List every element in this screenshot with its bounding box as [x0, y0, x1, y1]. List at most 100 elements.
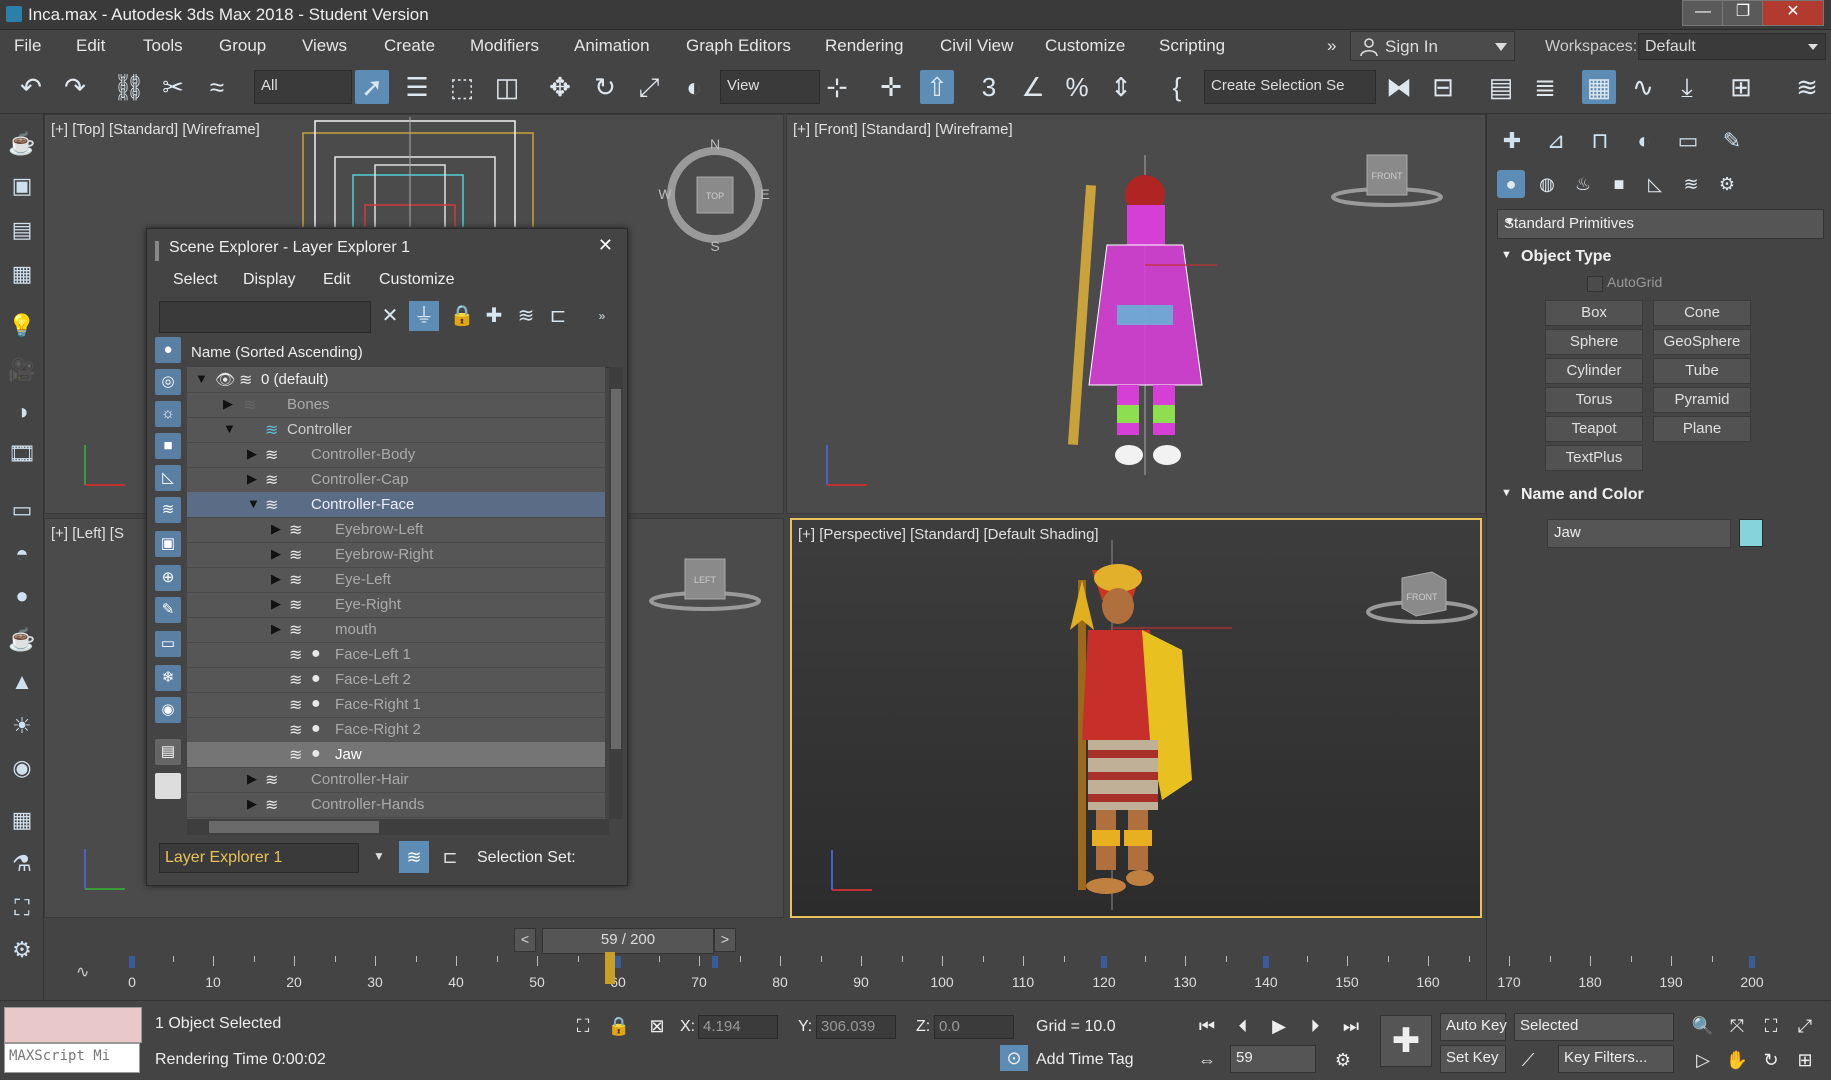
menu-views[interactable]: Views — [302, 36, 347, 56]
autogrid-checkbox[interactable] — [1587, 276, 1603, 292]
shader-icon[interactable]: ⚗ — [6, 848, 38, 880]
tree-row[interactable]: ≋ ● Face-Right 2 — [187, 717, 605, 743]
teapot-icon[interactable]: ☕ — [6, 128, 38, 160]
se-menu-customize[interactable]: Customize — [379, 271, 455, 289]
named-selection-sets-dropdown[interactable]: Create Selection Se — [1204, 70, 1376, 104]
cameras-filter-icon[interactable]: ■ — [155, 433, 181, 459]
select-manipulate-icon[interactable]: ✛ — [874, 70, 908, 104]
frozen-filter-icon[interactable]: ❄ — [155, 665, 181, 691]
workspace-dropdown[interactable]: Default — [1638, 33, 1826, 60]
tree-row[interactable]: ▶ ≋ Controller-Hair — [187, 767, 605, 793]
tree-row[interactable]: ≋ ● Face-Right 1 — [187, 692, 605, 718]
viewport-top-label[interactable]: [+] [Top] [Standard] [Wireframe] — [51, 121, 260, 138]
se-menu-display[interactable]: Display — [243, 271, 295, 289]
geometry-category-icon[interactable]: ● — [1497, 170, 1525, 198]
layers-icon[interactable]: ≋ — [511, 301, 541, 331]
current-frame-marker[interactable] — [604, 952, 615, 984]
expand-arrow-icon[interactable]: ▶ — [223, 396, 233, 412]
se-menu-select[interactable]: Select — [173, 271, 217, 289]
material-editor-icon[interactable]: ⊞ — [1724, 70, 1758, 104]
z-coordinate-field[interactable]: 0.0 — [934, 1015, 1014, 1039]
angle-snap-icon[interactable]: ∠ — [1016, 70, 1050, 104]
cone-button[interactable]: Cone — [1653, 300, 1751, 326]
time-slider-prev-button[interactable]: < — [514, 928, 536, 952]
edit-named-selection-icon[interactable]: { — [1160, 70, 1194, 104]
expand-arrow-icon[interactable]: ▼ — [247, 496, 260, 511]
go-to-end-icon[interactable]: ⏭ — [1334, 1013, 1368, 1039]
shapes-filter-icon[interactable]: ◎ — [155, 369, 181, 395]
bind-space-warp-icon[interactable]: ≈ — [200, 70, 234, 104]
add-time-tag[interactable]: Add Time Tag — [1036, 1051, 1134, 1069]
search-input[interactable] — [159, 301, 371, 333]
light-icon[interactable]: 💡 — [6, 310, 38, 342]
viewcube-left[interactable]: LEFT — [645, 549, 765, 619]
current-frame-field[interactable]: 59 — [1230, 1045, 1316, 1073]
key-mode-toggle-icon[interactable]: ⇔ — [1190, 1047, 1224, 1073]
ribbon-toggle-icon[interactable]: ▦ — [1582, 70, 1616, 104]
tree-row[interactable]: ▶ ≋ Eye-Left — [187, 567, 605, 593]
expand-arrow-icon[interactable]: ▶ — [247, 446, 257, 462]
object-name-field[interactable]: Jaw — [1547, 519, 1731, 548]
spinner-snap-icon[interactable]: ⇕ — [1104, 70, 1138, 104]
vertical-scrollbar[interactable] — [609, 367, 623, 819]
tree-row[interactable]: ▶ ≋ Bones — [187, 392, 605, 418]
settings-icon[interactable]: ⚙ — [6, 934, 38, 966]
box-icon[interactable]: ▭ — [6, 494, 38, 526]
chevron-down-icon[interactable]: ▼ — [373, 849, 385, 863]
torus-button[interactable]: Torus — [1545, 387, 1643, 413]
undo-icon[interactable]: ↶ — [14, 70, 48, 104]
menu-tools[interactable]: Tools — [143, 36, 183, 56]
object-type-rollout[interactable]: ▼ Object Type — [1497, 244, 1822, 270]
tree-row[interactable]: ▶ ≋ Controller-Body — [187, 442, 605, 468]
add-layer-icon[interactable]: ✚ — [479, 301, 509, 331]
viewport-left-label[interactable]: [+] [Left] [S — [51, 525, 124, 542]
name-color-rollout[interactable]: ▼ Name and Color — [1497, 482, 1822, 508]
menu-create[interactable]: Create — [384, 36, 435, 56]
menu-animation[interactable]: Animation — [574, 36, 650, 56]
tree-row[interactable]: ▶ ≋ Eyebrow-Left — [187, 517, 605, 543]
key-tangent-icon[interactable]: ⟋ — [1514, 1047, 1542, 1073]
isolate-selection-icon[interactable]: ⛶ — [566, 1013, 600, 1039]
menu-civil-view[interactable]: Civil View — [940, 36, 1013, 56]
pan-icon[interactable]: ✋ — [1720, 1047, 1754, 1073]
viewcube-perspective[interactable]: FRONT — [1362, 560, 1482, 630]
snaps-toggle-icon[interactable]: 3 — [972, 70, 1006, 104]
expand-arrow-icon[interactable]: ▶ — [271, 621, 281, 637]
maximize-button[interactable]: ❐ — [1722, 0, 1764, 26]
keyboard-shortcut-override-icon[interactable]: ⇧ — [920, 70, 954, 104]
place-icon[interactable]: ◐ — [677, 70, 711, 104]
viewcube-top[interactable]: TOP N E S W — [655, 135, 775, 255]
cylinder-button[interactable]: Cylinder — [1545, 358, 1643, 384]
expand-arrow-icon[interactable]: ▶ — [271, 521, 281, 537]
hemisphere-icon[interactable]: ◓ — [6, 538, 38, 570]
zoom-icon[interactable]: 🔍 — [1686, 1013, 1720, 1039]
tree-row[interactable]: ▶ ≋ Controller-Cap — [187, 467, 605, 493]
overflow-icon[interactable]: » — [587, 301, 617, 331]
mirror-icon[interactable]: ⧓ — [1382, 70, 1416, 104]
schematic-view-icon[interactable]: ⤓ — [1670, 70, 1704, 104]
time-slider[interactable]: < 59 / 200 > — [52, 922, 1482, 956]
spacewarps-filter-icon[interactable]: ≋ — [155, 497, 181, 523]
time-configuration-icon[interactable]: ⚙ — [1326, 1047, 1360, 1073]
modify-tab-icon[interactable]: ⊿ — [1539, 126, 1573, 156]
expand-arrow-icon[interactable]: ▼ — [223, 421, 236, 436]
lock-icon[interactable]: 🔒 — [447, 301, 477, 331]
orbit-icon[interactable]: ↻ — [1754, 1047, 1788, 1073]
box-button[interactable]: Box — [1545, 300, 1643, 326]
move-icon[interactable]: ✥ — [543, 70, 577, 104]
drag-handle[interactable] — [155, 241, 159, 261]
column-header[interactable]: Name (Sorted Ascending) — [187, 339, 617, 368]
eye-icon[interactable]: 👁 — [215, 370, 235, 390]
xrefs-filter-icon[interactable]: ⊕ — [155, 565, 181, 591]
display-none-icon[interactable] — [155, 773, 181, 799]
select-by-name-icon[interactable]: ☰ — [400, 70, 434, 104]
close-button[interactable]: ✕ — [1762, 0, 1824, 26]
scene-explorer-toggle-icon[interactable]: ▤ — [1484, 70, 1518, 104]
previous-frame-icon[interactable]: ⏴ — [1226, 1013, 1260, 1039]
hierarchy-mode-icon[interactable]: ⊏ — [435, 841, 465, 873]
zoom-extents-icon[interactable]: ⛶ — [1754, 1013, 1788, 1039]
menu-graph-editors[interactable]: Graph Editors — [686, 36, 791, 56]
expand-arrow-icon[interactable]: ▶ — [271, 546, 281, 562]
keyframe-marker[interactable] — [712, 956, 719, 968]
selection-filter-dropdown[interactable]: All — [254, 70, 352, 104]
